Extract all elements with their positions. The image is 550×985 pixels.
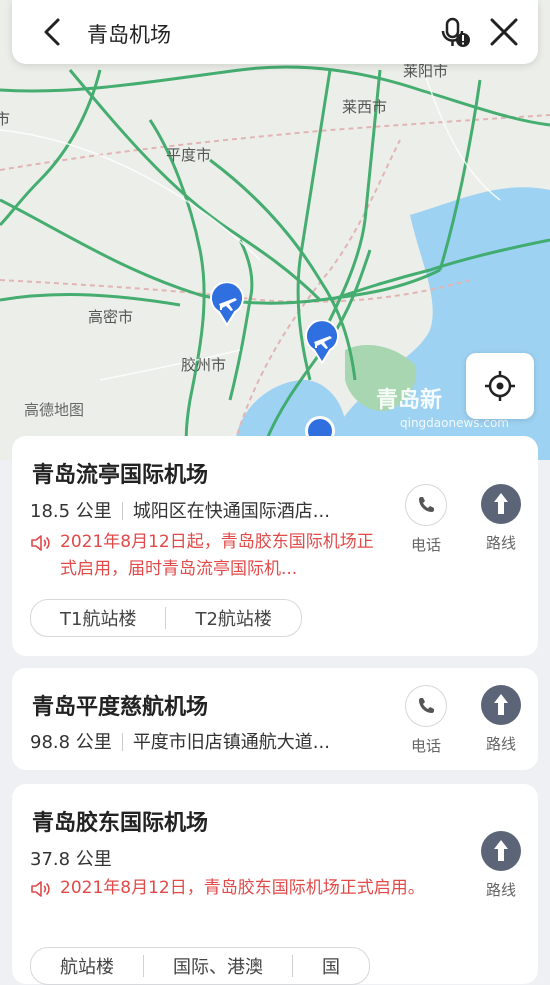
- phone-circle: [405, 685, 447, 727]
- result-distance: 37.8 公里: [30, 849, 112, 870]
- result-address: 城阳区在快通国际酒店...: [132, 501, 330, 522]
- result-title: 青岛流亭国际机场: [32, 463, 209, 488]
- route-button[interactable]: 路线: [473, 685, 529, 754]
- divider: [121, 733, 123, 751]
- airport-pin-1[interactable]: [209, 282, 245, 326]
- phone-label: 电话: [410, 536, 441, 554]
- route-button[interactable]: 路线: [473, 831, 529, 900]
- speaker-icon: [31, 881, 50, 897]
- chevron-left-icon: [44, 18, 60, 46]
- route-circle: [481, 484, 521, 524]
- route-label: 路线: [485, 735, 516, 753]
- result-meta: 98.8 公里 平度市旧店镇通航大道...: [30, 728, 330, 754]
- phone-label: 电话: [410, 737, 441, 755]
- tag-t1-terminal[interactable]: T1航站楼: [31, 605, 165, 631]
- tag-terminal[interactable]: 航站楼: [31, 953, 143, 979]
- notice-text: 2021年8月12日起，青岛胶东国际机场正式启用，届时青岛流亭国际机...: [60, 532, 374, 579]
- result-address: 平度市旧店镇通航大道...: [132, 732, 330, 753]
- city-label-gaomi: 高密市: [88, 308, 134, 326]
- phone-button[interactable]: 电话: [398, 685, 454, 756]
- airplane-pin-icon: [210, 282, 244, 326]
- city-label-jiaozhou: 胶州市: [181, 356, 227, 374]
- route-circle: [481, 685, 521, 725]
- phone-icon: [419, 698, 434, 713]
- result-meta: 37.8 公里: [30, 845, 112, 871]
- route-circle: [481, 831, 521, 871]
- map-view[interactable]: 莱阳市 莱西市 平度市 高密市 胶州市 邑市 高德地图 青岛新 qingdaon…: [0, 0, 550, 460]
- terminal-tags: 航站楼 国际、港澳 国: [30, 947, 370, 985]
- tag-partial[interactable]: 国: [293, 953, 369, 979]
- result-title: 青岛平度慈航机场: [32, 695, 209, 720]
- locate-icon: [485, 371, 515, 401]
- route-arrow-icon: [494, 694, 508, 715]
- close-button[interactable]: [486, 14, 522, 50]
- search-bar: 青岛机场: [12, 0, 538, 64]
- watermark-logo: 青岛新: [376, 388, 443, 413]
- result-distance: 18.5 公里: [30, 501, 112, 522]
- result-card-liuting[interactable]: 青岛流亭国际机场 18.5 公里 城阳区在快通国际酒店... 2021年8月12日…: [12, 436, 538, 656]
- route-arrow-icon: [494, 493, 508, 514]
- result-card-jiaodong[interactable]: 青岛胶东国际机场 37.8 公里 2021年8月12日，青岛胶东国际机场正式启用…: [12, 784, 538, 985]
- search-input[interactable]: 青岛机场: [87, 19, 171, 49]
- back-button[interactable]: [36, 14, 72, 50]
- tag-t2-terminal[interactable]: T2航站楼: [166, 605, 300, 631]
- route-label: 路线: [485, 534, 516, 552]
- voice-button[interactable]: [438, 14, 474, 50]
- city-label-pingdu: 平度市: [166, 146, 212, 164]
- airplane-pin-icon: [305, 320, 339, 364]
- airport-pin-2[interactable]: [304, 320, 340, 364]
- route-arrow-icon: [494, 840, 508, 861]
- city-label-laixi: 莱西市: [342, 98, 388, 116]
- tag-international[interactable]: 国际、港澳: [144, 953, 292, 979]
- microphone-icon: [441, 17, 470, 47]
- divider: [121, 502, 123, 520]
- result-title: 青岛胶东国际机场: [32, 811, 209, 836]
- city-label-partial: 邑市: [0, 110, 11, 128]
- notice-text: 2021年8月12日，青岛胶东国际机场正式启用。: [60, 878, 425, 898]
- phone-button[interactable]: 电话: [398, 484, 454, 555]
- result-meta: 18.5 公里 城阳区在快通国际酒店...: [30, 497, 330, 523]
- result-card-pingdu[interactable]: 青岛平度慈航机场 98.8 公里 平度市旧店镇通航大道... 电话 路线: [12, 668, 538, 770]
- locate-button[interactable]: [466, 353, 534, 419]
- result-notice: 2021年8月12日，青岛胶东国际机场正式启用。: [30, 875, 425, 902]
- result-notice: 2021年8月12日起，青岛胶东国际机场正式启用，届时青岛流亭国际机...: [30, 529, 375, 583]
- map-attribution: 高德地图: [24, 401, 85, 419]
- route-button[interactable]: 路线: [473, 484, 529, 553]
- route-label: 路线: [485, 881, 516, 899]
- terminal-tags: T1航站楼 T2航站楼: [30, 599, 302, 637]
- close-icon: [490, 18, 518, 46]
- phone-icon: [419, 497, 434, 512]
- speaker-icon: [31, 535, 50, 551]
- phone-circle: [405, 484, 447, 526]
- result-distance: 98.8 公里: [30, 732, 112, 753]
